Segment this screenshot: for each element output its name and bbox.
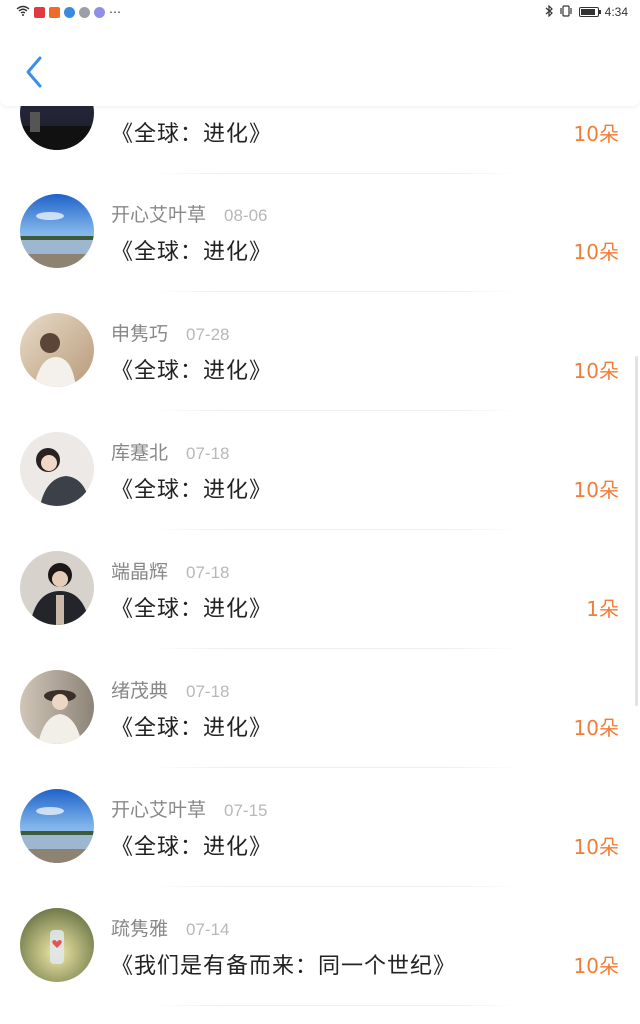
divider	[150, 291, 520, 292]
list-item[interactable]: 绪茂典 07-18 《全球：进化》 10朵	[0, 650, 640, 768]
girl-portrait-avatar[interactable]	[20, 432, 94, 506]
list-item[interactable]: 疏隽雅 07-14 《我们是有备而来：同一个世纪》 10朵	[0, 888, 640, 1006]
book-title: 《全球：进化》	[111, 716, 273, 741]
row-meta: 开心艾叶草 08-06	[111, 200, 268, 227]
back-button[interactable]	[20, 52, 48, 92]
username: 绪茂典	[111, 680, 169, 702]
status-bar-right: 4:34	[545, 4, 628, 20]
boy-jacket-avatar[interactable]	[20, 551, 94, 625]
battery-icon	[578, 7, 601, 17]
jar-heart-avatar[interactable]	[20, 908, 94, 982]
app-lavender-icon	[94, 6, 105, 18]
book-title: 《全球：进化》	[111, 835, 273, 860]
gift-amount: 1朵	[586, 597, 619, 621]
row-meta: 库蹇北 07-18	[111, 438, 230, 465]
app-blue-icon	[64, 6, 75, 18]
row-meta: 开心艾叶草 07-15	[111, 795, 268, 822]
row-meta: 疏隽雅 07-14	[111, 914, 230, 941]
date: 07-14	[186, 920, 230, 939]
more-indicator: ⋯	[109, 5, 121, 19]
row-meta: 绪茂典 07-18	[111, 676, 230, 703]
scrollbar[interactable]	[635, 356, 638, 706]
date: 07-18	[186, 563, 230, 582]
gift-amount: 10朵	[573, 716, 619, 740]
wechat-icon	[79, 6, 90, 18]
wifi-icon	[16, 5, 30, 19]
list-item[interactable]: 申隽巧 07-28 《全球：进化》 10朵	[0, 293, 640, 411]
gift-amount: 10朵	[573, 359, 619, 383]
divider	[150, 529, 520, 530]
username: 开心艾叶草	[111, 799, 207, 821]
username: 疏隽雅	[111, 918, 169, 940]
divider	[150, 648, 520, 649]
status-time: 4:34	[604, 5, 628, 19]
divider	[150, 767, 520, 768]
date: 07-18	[186, 444, 230, 463]
divider	[150, 1005, 520, 1006]
app-orange-icon	[49, 6, 60, 18]
book-title: 《全球：进化》	[111, 240, 273, 265]
username: 库蹇北	[111, 442, 169, 464]
row-meta: 端晶辉 07-18	[111, 557, 230, 584]
date: 07-15	[224, 801, 268, 820]
girl-hat-avatar[interactable]	[20, 670, 94, 744]
date: 08-06	[224, 206, 268, 225]
gift-amount: 10朵	[573, 478, 619, 502]
gift-amount: 10朵	[573, 240, 619, 264]
book-title: 《全球：进化》	[111, 597, 273, 622]
row-meta: 申隽巧 07-28	[111, 319, 230, 346]
book-title: 《全球：进化》	[111, 478, 273, 503]
app-red-icon	[34, 6, 45, 18]
book-title: 《全球：进化》	[111, 359, 273, 384]
lake-sky-avatar[interactable]	[20, 789, 94, 863]
girl-sunlight-avatar[interactable]	[20, 313, 94, 387]
nav-bar	[0, 24, 640, 106]
date: 07-28	[186, 325, 230, 344]
gift-amount: 10朵	[573, 835, 619, 859]
book-title: 《我们是有备而来：同一个世纪》	[111, 954, 457, 979]
chevron-left-icon	[26, 56, 42, 88]
lake-sky-avatar[interactable]	[20, 194, 94, 268]
list-item[interactable]: 端晶辉 07-18 《全球：进化》 1朵	[0, 531, 640, 649]
username: 端晶辉	[111, 561, 169, 583]
date: 07-18	[186, 682, 230, 701]
book-title: 《全球：进化》	[111, 122, 273, 147]
username: 申隽巧	[111, 323, 169, 345]
vibrate-icon	[559, 4, 573, 20]
divider	[150, 410, 520, 411]
list-item[interactable]: 库蹇北 07-18 《全球：进化》 10朵	[0, 412, 640, 530]
status-bar-left: ⋯	[16, 4, 121, 20]
status-bar: ⋯ 4:34	[0, 0, 640, 24]
gift-amount: 10朵	[573, 954, 619, 978]
divider	[150, 886, 520, 887]
username: 开心艾叶草	[111, 204, 207, 226]
list-item[interactable]: 开心艾叶草 08-06 《全球：进化》 10朵	[0, 174, 640, 292]
bluetooth-icon	[545, 4, 553, 20]
list-item[interactable]: 开心艾叶草 07-15 《全球：进化》 10朵	[0, 769, 640, 887]
gift-amount: 10朵	[573, 122, 619, 146]
